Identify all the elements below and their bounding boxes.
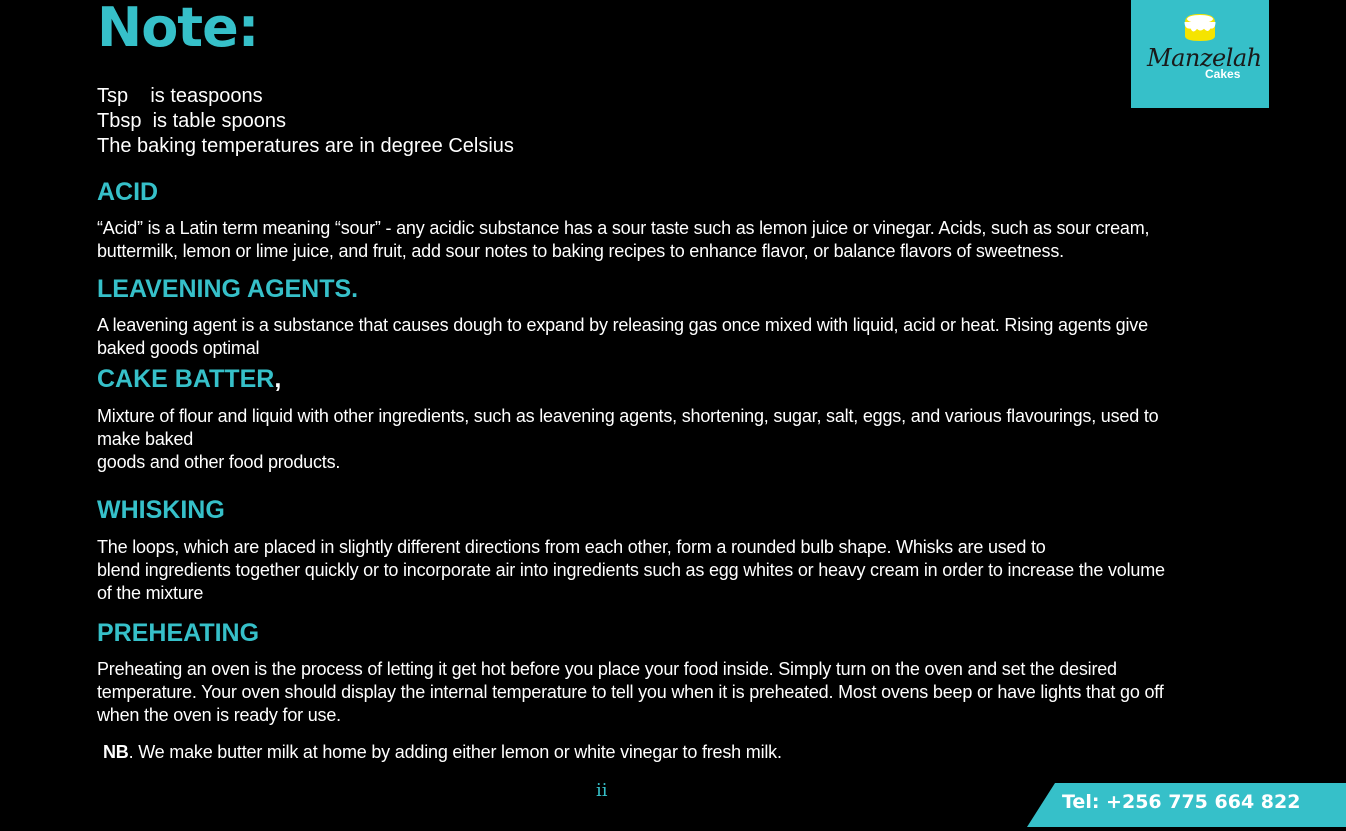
- heading-whisking: WHISKING: [97, 496, 225, 524]
- phone-number[interactable]: Tel: +256 775 664 822: [1062, 791, 1300, 813]
- cake-icon: [1184, 14, 1216, 41]
- paragraph-line: blend ingredients together quickly or to…: [97, 560, 1165, 580]
- page-number: ii: [596, 780, 608, 801]
- logo-subtitle: Cakes: [1205, 67, 1241, 81]
- paragraph-line: when the oven is ready for use.: [97, 705, 341, 725]
- paragraph-line: A leavening agent is a substance that ca…: [97, 315, 1148, 335]
- paragraph-line: “Acid” is a Latin term meaning “sour” - …: [97, 218, 1150, 238]
- nb-line: NB. We make butter milk at home by addin…: [103, 741, 1263, 764]
- contact-banner: Tel: +256 775 664 822: [1027, 783, 1346, 827]
- logo: Manzelah Cakes: [1131, 0, 1269, 108]
- abbreviation-list: Tsp is teaspoons Tbsp is table spoons Th…: [97, 84, 514, 159]
- heading-acid: ACID: [97, 178, 159, 206]
- paragraph-line: goods and other food products.: [97, 452, 341, 472]
- paragraph-acid: “Acid” is a Latin term meaning “sour” - …: [97, 217, 1257, 263]
- abbreviation-tbsp: Tbsp is table spoons: [97, 110, 286, 132]
- abbreviation-tsp: Tsp is teaspoons: [97, 85, 263, 107]
- heading-leavening-agents: LEAVENING AGENTS.: [97, 275, 359, 303]
- nb-label: NB: [103, 742, 129, 762]
- paragraph-line: temperature. Your oven should display th…: [97, 682, 1164, 702]
- nb-text: . We make butter milk at home by adding …: [128, 742, 782, 762]
- heading-preheating: PREHEATING: [97, 619, 260, 647]
- page-title: Note:: [97, 0, 259, 59]
- nb-note: NB. We make butter milk at home by addin…: [103, 741, 1263, 764]
- heading-cake-batter: CAKE BATTER,: [97, 365, 281, 394]
- paragraph-whisking: The loops, which are placed in slightly …: [97, 536, 1257, 605]
- paragraph-line: baked goods optimal: [97, 338, 260, 358]
- paragraph-cake-batter: Mixture of flour and liquid with other i…: [97, 405, 1257, 474]
- paragraph-line: Mixture of flour and liquid with other i…: [97, 406, 1159, 426]
- paragraph-line: of the mixture: [97, 583, 204, 603]
- temperature-note: The baking temperatures are in degree Ce…: [97, 135, 514, 157]
- paragraph-line: The loops, which are placed in slightly …: [97, 537, 1046, 557]
- paragraph-preheating: Preheating an oven is the process of let…: [97, 658, 1257, 727]
- paragraph-leavening-agents: A leavening agent is a substance that ca…: [97, 314, 1257, 360]
- paragraph-line: Preheating an oven is the process of let…: [97, 659, 1117, 679]
- heading-comma: ,: [274, 365, 282, 393]
- heading-text: CAKE BATTER: [97, 365, 275, 393]
- paragraph-line: buttermilk, lemon or lime juice, and fru…: [97, 241, 1064, 261]
- paragraph-line: make baked: [97, 429, 194, 449]
